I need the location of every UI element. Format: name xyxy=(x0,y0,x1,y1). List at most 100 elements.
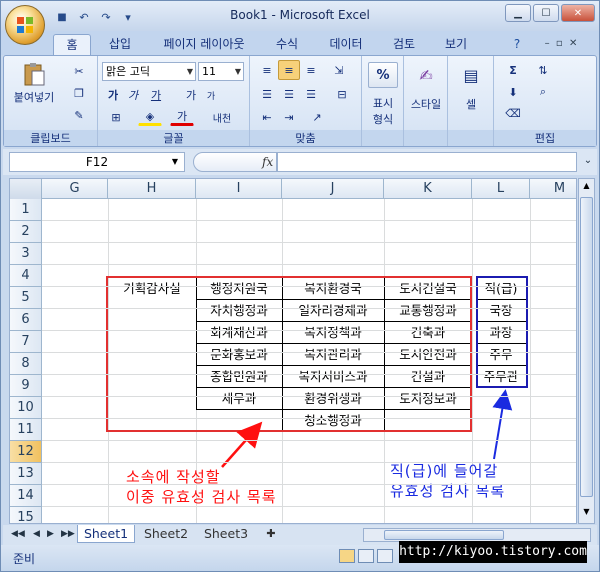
styles-icon[interactable]: ✍ xyxy=(412,62,440,88)
styles-button[interactable]: 스타일 xyxy=(404,96,448,112)
align-top-icon[interactable]: ≡ xyxy=(256,60,278,80)
increase-indent-icon[interactable]: ⇥ xyxy=(278,108,300,126)
number-group-label xyxy=(362,130,403,146)
alignment-group-label: 맞춤 xyxy=(250,130,361,146)
paste-button[interactable]: 붙여넣기 xyxy=(12,60,56,106)
font-name-combo[interactable]: 맑은 고딕 ▼ xyxy=(102,62,196,81)
phonetic-button[interactable]: 내천 xyxy=(206,108,238,126)
border-icon[interactable]: ⊞ xyxy=(104,108,128,126)
excel-window: ■ ↶ ↷ ▾ Book1 - Microsoft Excel ▁ ☐ ✕ 홈 … xyxy=(0,0,600,572)
last-sheet-icon[interactable]: ▶▶ xyxy=(61,529,75,539)
tab-formulas[interactable]: 수식 xyxy=(267,34,307,55)
help-icon[interactable]: ? xyxy=(509,34,525,55)
row-header-15[interactable]: 15 xyxy=(10,507,42,523)
autosum-icon[interactable]: Σ xyxy=(502,60,524,80)
prev-sheet-icon[interactable]: ◀ xyxy=(33,529,40,539)
sheet-tab-sheet1[interactable]: Sheet1 xyxy=(77,525,135,543)
row-header-11[interactable]: 11 xyxy=(10,419,42,441)
tab-home[interactable]: 홈 xyxy=(53,34,91,55)
formula-input[interactable] xyxy=(277,152,577,172)
insert-function-icon[interactable]: fx xyxy=(193,152,277,172)
tab-page-layout[interactable]: 페이지 레이아웃 xyxy=(151,34,257,55)
tab-data[interactable]: 데이터 xyxy=(321,34,371,55)
row-header-10[interactable]: 10 xyxy=(10,397,42,419)
number-format-button[interactable]: 표시 형식 xyxy=(364,96,402,126)
tab-review[interactable]: 검토 xyxy=(385,34,423,55)
align-left-icon[interactable]: ☰ xyxy=(256,84,278,104)
copy-icon[interactable]: ❐ xyxy=(70,84,88,102)
expand-formula-bar-icon[interactable]: ⌄ xyxy=(581,152,595,172)
row-header-8[interactable]: 8 xyxy=(10,353,42,375)
align-middle-icon[interactable]: ≡ xyxy=(278,60,300,80)
align-center-icon[interactable]: ☰ xyxy=(278,84,300,104)
format-painter-icon[interactable]: ✎ xyxy=(70,106,88,124)
font-size-combo[interactable]: 11 ▼ xyxy=(198,62,244,81)
row-header-3[interactable]: 3 xyxy=(10,243,42,265)
cut-icon[interactable]: ✂ xyxy=(70,62,88,80)
decrease-indent-icon[interactable]: ⇤ xyxy=(256,108,278,126)
next-sheet-icon[interactable]: ▶ xyxy=(47,529,54,539)
merge-center-icon[interactable]: ⊟ xyxy=(328,84,356,104)
maximize-button[interactable]: ☐ xyxy=(533,4,559,22)
name-box[interactable]: F12 ▼ xyxy=(9,152,185,172)
fill-icon[interactable]: ⬇ xyxy=(502,82,524,102)
grid-line xyxy=(42,484,576,485)
normal-view-icon[interactable] xyxy=(339,549,355,563)
row-header-13[interactable]: 13 xyxy=(10,463,42,485)
sheet-tab-sheet3[interactable]: Sheet3 xyxy=(197,525,255,543)
scroll-up-icon[interactable]: ▲ xyxy=(580,181,593,195)
vertical-scrollbar[interactable]: ▲ ▼ xyxy=(578,178,595,524)
worksheet-grid[interactable]: G H I J K L M 기획감사실 행정지원국 복지환경국 도시건설국 직(… xyxy=(9,178,577,524)
cells-button[interactable]: 셀 xyxy=(448,96,494,112)
find-select-icon[interactable]: ⌕ xyxy=(530,82,556,102)
row-header-4[interactable]: 4 xyxy=(10,265,42,287)
align-bottom-icon[interactable]: ≡ xyxy=(300,60,322,80)
page-layout-view-icon[interactable] xyxy=(358,549,374,563)
sheet-tab-sheet2[interactable]: Sheet2 xyxy=(137,525,195,543)
font-group-label: 글꼴 xyxy=(98,130,249,146)
grid-line xyxy=(42,506,576,507)
grid-line xyxy=(42,440,576,441)
vertical-scroll-thumb[interactable] xyxy=(580,197,593,497)
align-right-icon[interactable]: ☰ xyxy=(300,84,322,104)
percent-style-icon[interactable]: % xyxy=(368,62,398,88)
scroll-down-icon[interactable]: ▼ xyxy=(580,507,593,521)
row-header-9[interactable]: 9 xyxy=(10,375,42,397)
window-controls: ▁ ☐ ✕ xyxy=(505,4,595,22)
grid-line xyxy=(42,220,576,221)
wrap-text-icon[interactable]: ⇲ xyxy=(328,60,350,80)
row-header-1[interactable]: 1 xyxy=(10,199,42,221)
number-group: % 표시 형식 xyxy=(362,56,404,146)
office-button[interactable] xyxy=(5,5,45,45)
italic-button[interactable]: 가 xyxy=(124,86,142,104)
fill-color-icon[interactable]: ◈ xyxy=(138,108,162,126)
grid-line xyxy=(42,418,576,419)
row-header-5[interactable]: 5 xyxy=(10,287,42,309)
row-header-12[interactable]: 12 xyxy=(10,441,42,463)
cells-icon[interactable]: ▤ xyxy=(458,62,484,88)
close-button[interactable]: ✕ xyxy=(561,4,595,22)
paste-label: 붙여넣기 xyxy=(13,91,55,104)
workbook-controls[interactable]: – ▫ ✕ xyxy=(531,34,591,55)
minimize-button[interactable]: ▁ xyxy=(505,4,531,22)
shrink-font-button[interactable]: 가 xyxy=(202,86,220,104)
grow-font-button[interactable]: 가 xyxy=(182,86,200,104)
font-color-button[interactable]: 가 xyxy=(170,108,194,126)
tab-view[interactable]: 보기 xyxy=(437,34,475,55)
grid-line xyxy=(42,396,576,397)
row-header-14[interactable]: 14 xyxy=(10,485,42,507)
horizontal-scrollbar[interactable] xyxy=(363,528,591,542)
insert-sheet-icon[interactable]: ✚ xyxy=(259,525,283,543)
bold-button[interactable]: 가 xyxy=(104,86,122,104)
orientation-icon[interactable]: ↗ xyxy=(304,108,330,126)
tab-insert[interactable]: 삽입 xyxy=(101,34,139,55)
row-header-2[interactable]: 2 xyxy=(10,221,42,243)
underline-button[interactable]: 가 xyxy=(144,86,168,104)
row-header-6[interactable]: 6 xyxy=(10,309,42,331)
first-sheet-icon[interactable]: ◀◀ xyxy=(11,529,25,539)
row-header-7[interactable]: 7 xyxy=(10,331,42,353)
sort-filter-icon[interactable]: ⇅ xyxy=(530,60,556,80)
page-break-view-icon[interactable] xyxy=(377,549,393,563)
horizontal-scroll-thumb[interactable] xyxy=(384,530,504,540)
clear-icon[interactable]: ⌫ xyxy=(502,104,524,122)
